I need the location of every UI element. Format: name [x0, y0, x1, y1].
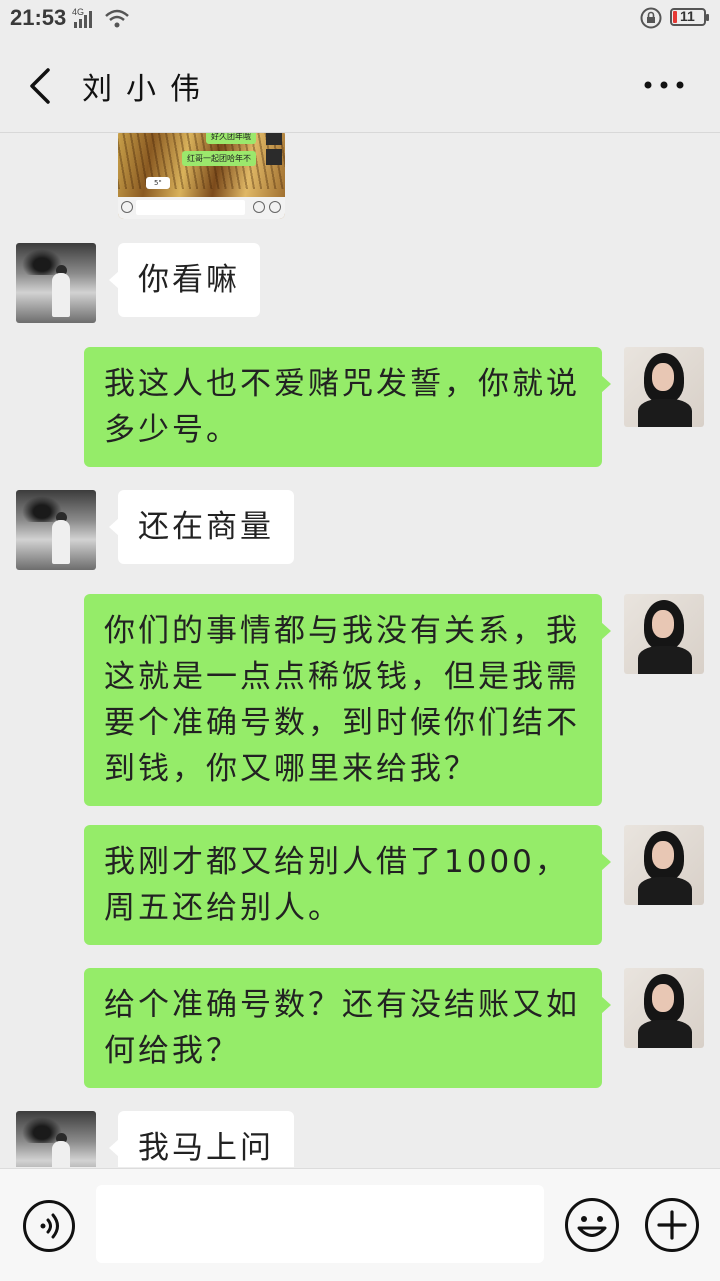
avatar[interactable]: [16, 490, 96, 570]
message-bubble-sent[interactable]: 你们的事情都与我没有关系，我这就是一点点稀饭钱，但是我需要个准确号数，到时候你们…: [84, 594, 611, 806]
voice-icon[interactable]: [22, 1199, 76, 1253]
avatar[interactable]: [624, 594, 704, 674]
rotation-lock-icon: [640, 7, 662, 29]
avatar[interactable]: [16, 243, 96, 323]
page-title: 刘小伟: [82, 72, 214, 107]
battery-level: 11: [680, 8, 695, 24]
plus-icon[interactable]: [644, 1197, 700, 1253]
avatar[interactable]: [624, 825, 704, 905]
chevron-left-icon[interactable]: [22, 66, 58, 106]
message-bubble-received[interactable]: 我马上问: [109, 1111, 294, 1167]
message-bubble-sent[interactable]: 给个准确号数？还有没结账又如何给我？: [84, 968, 611, 1088]
avatar[interactable]: [624, 968, 704, 1048]
message-bubble-sent[interactable]: 我这人也不爱赌咒发誓，你就说多少号。: [84, 347, 611, 467]
screenshot-voice-length: 5": [146, 177, 170, 189]
screenshot-bubble-1: 好久团年哦: [206, 133, 256, 144]
message-input[interactable]: [96, 1185, 544, 1263]
network-type: 4G: [72, 7, 84, 17]
message-bubble-sent[interactable]: 我刚才都又给别人借了1000，周五还给别人。: [84, 825, 611, 945]
chat-area[interactable]: 好久团年哦 红哥一起团哈年不 5" 你看嘛 我这人也不爱赌咒发誓，你就说多少号。…: [0, 133, 720, 1167]
emoji-icon[interactable]: [564, 1197, 620, 1253]
input-bar: [0, 1168, 720, 1281]
status-time: 21:53: [10, 5, 67, 30]
screenshot-bubble-2: 红哥一起团哈年不: [182, 151, 256, 166]
battery-icon: 11: [670, 8, 709, 26]
signal-wifi-icon: 4G: [72, 7, 129, 28]
status-bar: 21:53 4G 11: [0, 0, 720, 36]
chat-header: 刘小伟: [0, 36, 720, 133]
message-bubble-received[interactable]: 你看嘛: [109, 243, 260, 317]
message-bubble-received[interactable]: 还在商量: [109, 490, 294, 564]
avatar[interactable]: [16, 1111, 96, 1167]
shared-screenshot-image[interactable]: 好久团年哦 红哥一起团哈年不 5": [118, 133, 285, 219]
avatar[interactable]: [624, 347, 704, 427]
more-dots-icon[interactable]: [640, 70, 690, 100]
